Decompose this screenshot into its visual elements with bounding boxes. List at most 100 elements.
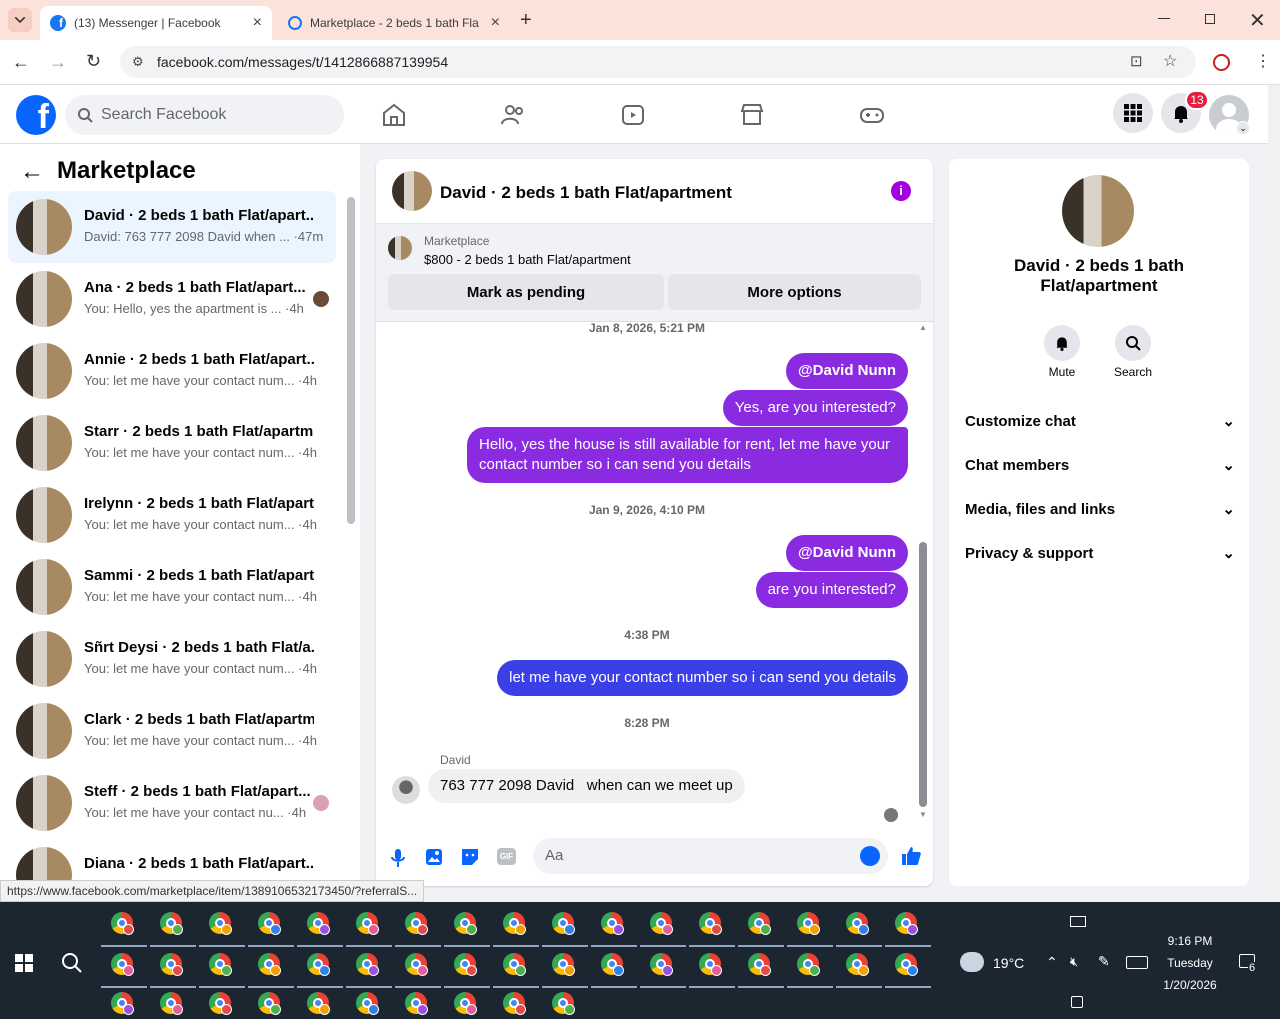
chrome-taskbar-icon[interactable]: [444, 912, 490, 947]
chrome-taskbar-icon[interactable]: [199, 953, 245, 988]
chat-members-section[interactable]: Chat members ⌄: [965, 456, 1235, 475]
profile-icon[interactable]: [1213, 54, 1230, 71]
menu-kebab-icon[interactable]: ⋮: [1255, 51, 1271, 71]
chrome-taskbar-icon[interactable]: [640, 953, 686, 988]
pen-icon[interactable]: ✎: [1098, 953, 1110, 970]
close-tab-icon[interactable]: ×: [491, 14, 500, 32]
message-input[interactable]: Aa: [533, 838, 888, 874]
outgoing-message[interactable]: are you interested?: [755, 572, 908, 608]
chrome-taskbar-icon[interactable]: [199, 912, 245, 947]
outgoing-message[interactable]: Hello, yes the house is still available …: [467, 427, 908, 483]
conversation-item[interactable]: Annie · 2 beds 1 bath Flat/apart... You: …: [8, 335, 336, 407]
chrome-taskbar-icon[interactable]: [493, 953, 539, 988]
media-files-links-section[interactable]: Media, files and links ⌄: [965, 500, 1235, 519]
chrome-taskbar-icon[interactable]: [591, 953, 637, 988]
install-app-icon[interactable]: ⊡: [1130, 52, 1143, 70]
chrome-taskbar-icon[interactable]: [395, 953, 441, 988]
chrome-taskbar-icon[interactable]: [836, 912, 882, 947]
listing-title[interactable]: $800 - 2 beds 1 bath Flat/apartment: [424, 252, 631, 267]
outgoing-message[interactable]: let me have your contact number so i can…: [497, 660, 908, 696]
emoji-icon[interactable]: [860, 846, 880, 866]
gaming-icon[interactable]: [858, 101, 886, 129]
back-arrow-icon[interactable]: ←: [20, 158, 44, 186]
forward-icon[interactable]: →: [49, 52, 67, 73]
marketplace-icon[interactable]: [738, 101, 766, 129]
tab-list-button[interactable]: [8, 8, 32, 32]
customize-chat-section[interactable]: Customize chat ⌄: [965, 412, 1235, 431]
outgoing-message[interactable]: @David Nunn: [786, 353, 908, 389]
chrome-taskbar-icon[interactable]: [150, 912, 196, 947]
tab-marketplace[interactable]: Marketplace - 2 beds 1 bath Fla ×: [278, 6, 510, 40]
sender-avatar[interactable]: [392, 776, 420, 804]
chrome-taskbar-icon[interactable]: [248, 953, 294, 988]
photo-icon[interactable]: [425, 848, 443, 866]
chrome-taskbar-icon[interactable]: [258, 992, 284, 1018]
more-options-button[interactable]: More options: [668, 274, 921, 310]
mute-button[interactable]: [1044, 325, 1080, 361]
back-icon[interactable]: ←: [12, 52, 30, 73]
windows-start-icon[interactable]: [15, 954, 33, 972]
menu-grid-button[interactable]: [1113, 93, 1153, 133]
mark-as-pending-button[interactable]: Mark as pending: [388, 274, 664, 310]
tray-chevron-icon[interactable]: ⌃: [1046, 954, 1058, 971]
weather-temp[interactable]: 19°C: [993, 955, 1024, 971]
close-window-icon[interactable]: ✕: [1249, 8, 1266, 33]
taskbar-search-icon[interactable]: [61, 952, 83, 974]
sticker-icon[interactable]: [461, 848, 479, 866]
chrome-taskbar-icon[interactable]: [346, 912, 392, 947]
chrome-taskbar-icon[interactable]: [836, 953, 882, 988]
chat-title[interactable]: David · 2 beds 1 bath Flat/apartment: [440, 183, 732, 203]
chrome-taskbar-icon[interactable]: [356, 992, 382, 1018]
chrome-taskbar-icon[interactable]: [787, 953, 833, 988]
conversation-item[interactable]: Clark · 2 beds 1 bath Flat/apartm... You:…: [8, 695, 336, 767]
friends-icon[interactable]: [499, 101, 527, 129]
chrome-taskbar-icon[interactable]: [297, 912, 343, 947]
chrome-taskbar-icon[interactable]: [542, 912, 588, 947]
site-info-icon[interactable]: ⚙: [132, 54, 144, 70]
minimize-icon[interactable]: [1158, 18, 1170, 19]
new-tab-button[interactable]: +: [520, 9, 532, 32]
bookmark-star-icon[interactable]: ☆: [1163, 51, 1177, 71]
chrome-taskbar-icon[interactable]: [885, 953, 931, 988]
chrome-taskbar-icon[interactable]: [493, 912, 539, 947]
search-facebook-input[interactable]: Search Facebook: [65, 95, 344, 135]
sidebar-scrollbar[interactable]: [347, 197, 355, 524]
chrome-taskbar-icon[interactable]: [160, 992, 186, 1018]
chrome-taskbar-icon[interactable]: [787, 912, 833, 947]
conversation-item[interactable]: Sñrt Deysi · 2 beds 1 bath Flat/a... You:…: [8, 623, 336, 695]
conversation-item[interactable]: David · 2 beds 1 bath Flat/apart... David…: [8, 191, 336, 263]
chrome-taskbar-icon[interactable]: [591, 912, 637, 947]
incoming-message[interactable]: 763 777 2098 David when can we meet up: [428, 769, 745, 803]
listing-thumbnail[interactable]: [388, 236, 412, 260]
profile-picture[interactable]: [1062, 175, 1134, 247]
chrome-taskbar-icon[interactable]: [111, 992, 137, 1018]
chrome-taskbar-icon[interactable]: [503, 992, 529, 1018]
restore-icon[interactable]: [1205, 14, 1215, 24]
chrome-taskbar-icon[interactable]: [395, 912, 441, 947]
url-omnibox[interactable]: ⚙ facebook.com/messages/t/14128668871399…: [120, 46, 1196, 78]
chrome-taskbar-icon[interactable]: [101, 912, 147, 947]
chrome-taskbar-icon[interactable]: [444, 953, 490, 988]
microphone-icon[interactable]: [390, 848, 406, 868]
search-chat-button[interactable]: [1115, 325, 1151, 361]
account-chevron-icon[interactable]: ⌄: [1236, 121, 1250, 135]
display-icon[interactable]: [1070, 916, 1086, 927]
conversation-item[interactable]: Ana · 2 beds 1 bath Flat/apart... You: He…: [8, 263, 336, 335]
chrome-taskbar-icon[interactable]: [885, 912, 931, 947]
page-scrollbar[interactable]: [1268, 85, 1280, 902]
conversation-item[interactable]: Irelynn · 2 beds 1 bath Flat/apart... You…: [8, 479, 336, 551]
conversation-item[interactable]: Steff · 2 beds 1 bath Flat/apart... You: …: [8, 767, 336, 839]
chrome-taskbar-icon[interactable]: [405, 992, 431, 1018]
chrome-taskbar-icon[interactable]: [689, 912, 735, 947]
chrome-taskbar-icon[interactable]: [346, 953, 392, 988]
scroll-up-icon[interactable]: ▲: [919, 323, 927, 332]
conversation-info-icon[interactable]: i: [891, 181, 911, 201]
chat-avatar[interactable]: [392, 171, 432, 211]
chrome-taskbar-icon[interactable]: [738, 953, 784, 988]
facebook-logo-icon[interactable]: f: [16, 95, 56, 135]
gif-icon[interactable]: GIF: [497, 848, 516, 865]
chrome-taskbar-icon[interactable]: [542, 953, 588, 988]
conversation-item[interactable]: Starr · 2 beds 1 bath Flat/apartm... You:…: [8, 407, 336, 479]
chrome-taskbar-icon[interactable]: [738, 912, 784, 947]
meet-now-icon[interactable]: [1071, 996, 1083, 1008]
